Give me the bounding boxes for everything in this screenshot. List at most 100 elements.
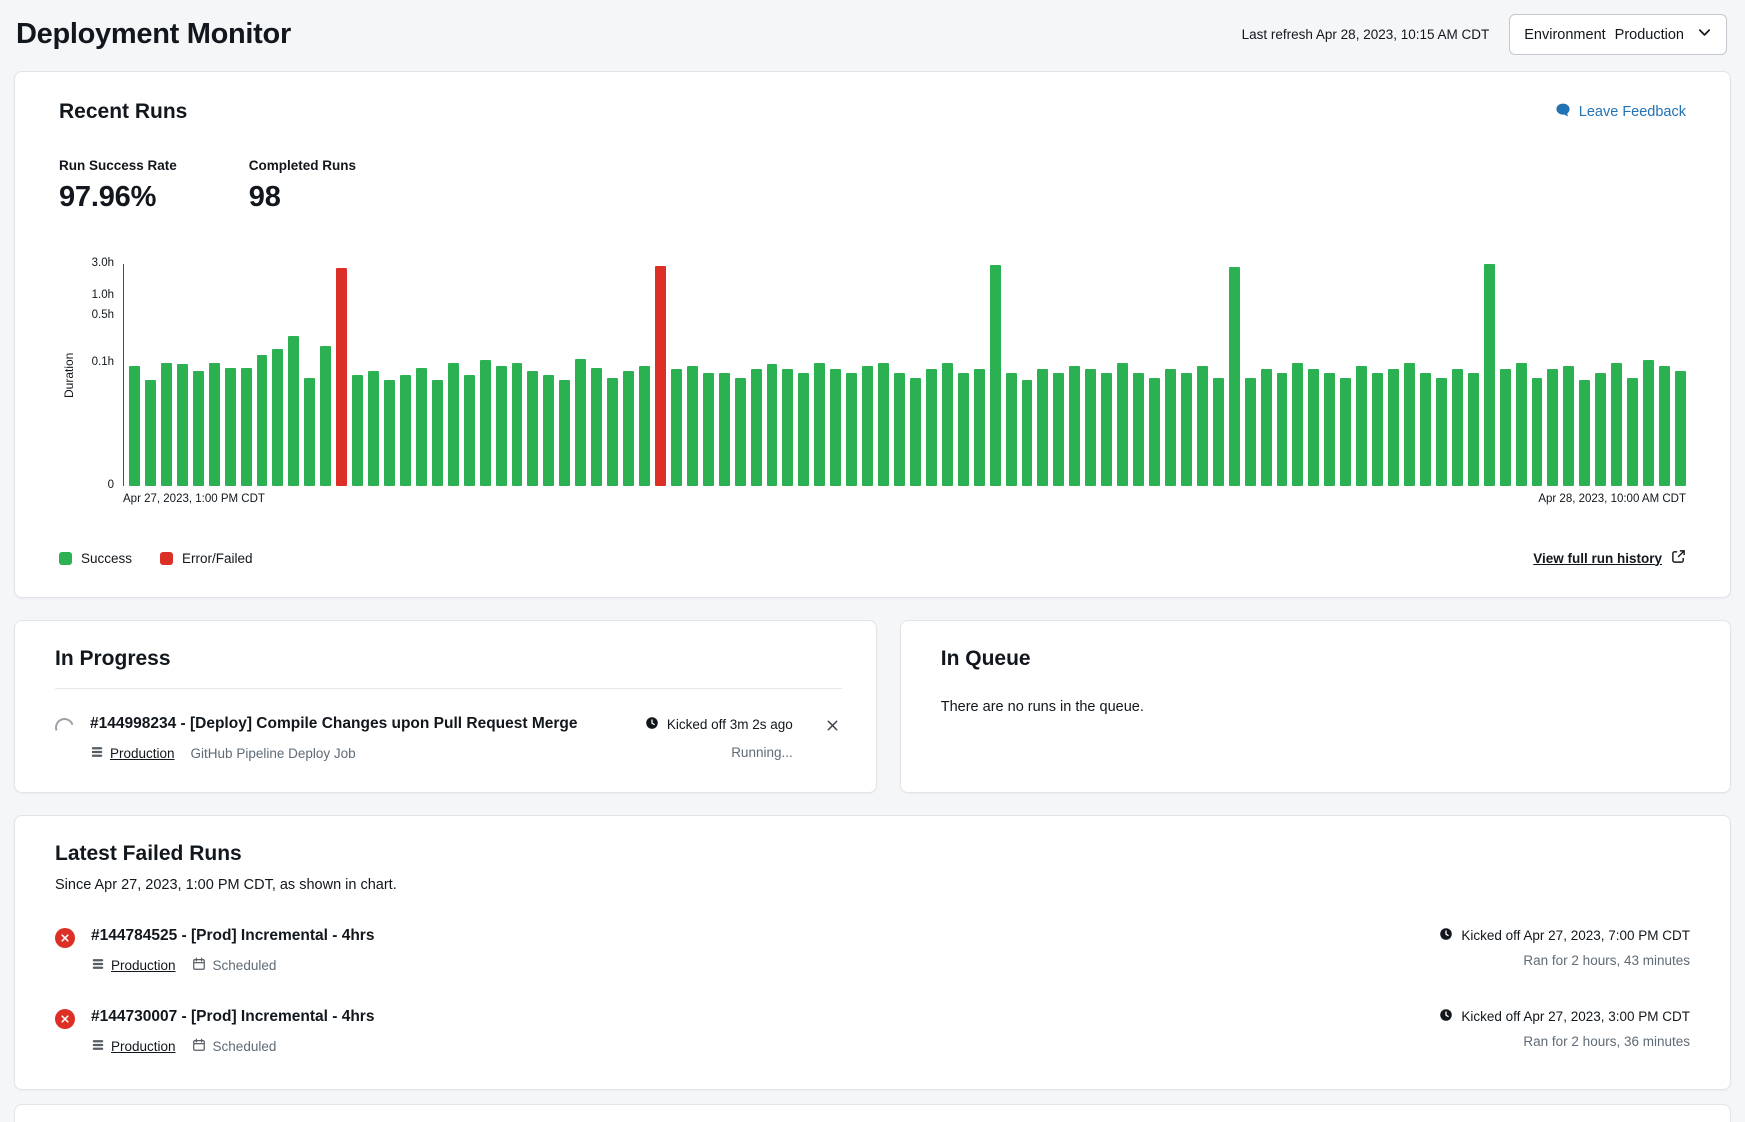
chart-bar[interactable] — [814, 363, 825, 486]
chart-bar[interactable] — [703, 373, 714, 486]
leave-feedback-link[interactable]: Leave Feedback — [1555, 102, 1686, 122]
chart-bar[interactable] — [1436, 378, 1447, 486]
chart-bar[interactable] — [464, 375, 475, 486]
chart-bar[interactable] — [1324, 373, 1335, 486]
chart-bar[interactable] — [161, 363, 172, 486]
chart-bar[interactable] — [1356, 366, 1367, 486]
chart-bar[interactable] — [1037, 369, 1048, 486]
chart-bar[interactable] — [288, 336, 299, 486]
chart-bar[interactable] — [910, 378, 921, 486]
chart-bar[interactable] — [671, 369, 682, 486]
chart-bar[interactable] — [1468, 373, 1479, 486]
environment-dropdown[interactable]: Environment Production — [1509, 14, 1727, 55]
chart-bar[interactable] — [639, 366, 650, 486]
chart-bar[interactable] — [527, 371, 538, 486]
chart-bar[interactable] — [480, 360, 491, 486]
chart-bar[interactable] — [623, 371, 634, 486]
chart-bar[interactable] — [846, 373, 857, 486]
chart-bar[interactable] — [1101, 373, 1112, 486]
chart-bar[interactable] — [878, 363, 889, 486]
chart-bar[interactable] — [1547, 369, 1558, 486]
chart-bar[interactable] — [241, 368, 252, 486]
chart-bar[interactable] — [926, 369, 937, 486]
chart-bar[interactable] — [862, 366, 873, 486]
chart-bar[interactable] — [942, 363, 953, 486]
chart-bar[interactable] — [655, 266, 666, 486]
chart-bar[interactable] — [1500, 369, 1511, 486]
chart-bar[interactable] — [1308, 369, 1319, 486]
chart-bar[interactable] — [1229, 267, 1240, 486]
chart-bar[interactable] — [1197, 366, 1208, 486]
chart-bar[interactable] — [1595, 373, 1606, 486]
chart-bar[interactable] — [1516, 363, 1527, 486]
environment-link[interactable]: Production — [91, 1038, 176, 1055]
chart-bar[interactable] — [1372, 373, 1383, 486]
chart-bar[interactable] — [145, 380, 156, 486]
chart-bar[interactable] — [257, 355, 268, 486]
chart-bar[interactable] — [1388, 369, 1399, 486]
chart-bar[interactable] — [384, 380, 395, 486]
chart-bar[interactable] — [1277, 373, 1288, 486]
chart-bar[interactable] — [1404, 363, 1415, 486]
environment-link[interactable]: Production — [91, 957, 176, 974]
chart-bar[interactable] — [432, 380, 443, 486]
chart-bar[interactable] — [767, 364, 778, 486]
chart-bar[interactable] — [1532, 378, 1543, 486]
chart-bar[interactable] — [1117, 363, 1128, 486]
chart-bar[interactable] — [496, 366, 507, 486]
chart-bar[interactable] — [129, 366, 140, 486]
chart-bar[interactable] — [336, 268, 347, 486]
environment-link[interactable]: Production — [90, 745, 175, 762]
chart-bar[interactable] — [1165, 369, 1176, 486]
chart-bar[interactable] — [1053, 373, 1064, 486]
chart-bar[interactable] — [1133, 373, 1144, 486]
chart-bar[interactable] — [512, 363, 523, 486]
chart-bar[interactable] — [1022, 380, 1033, 486]
chart-bar[interactable] — [416, 368, 427, 486]
chart-bar[interactable] — [320, 346, 331, 486]
chart-bar[interactable] — [1213, 378, 1224, 486]
chart-bar[interactable] — [735, 378, 746, 486]
chart-bar[interactable] — [448, 363, 459, 486]
chart-bar[interactable] — [225, 368, 236, 486]
chart-bar[interactable] — [304, 378, 315, 486]
chart-bar[interactable] — [687, 366, 698, 486]
chart-bar[interactable] — [209, 363, 220, 486]
chart-bar[interactable] — [575, 359, 586, 486]
chart-bar[interactable] — [1420, 373, 1431, 486]
chart-bar[interactable] — [272, 349, 283, 486]
chart-bar[interactable] — [1245, 378, 1256, 486]
chart-bar[interactable] — [368, 371, 379, 486]
chart-bar[interactable] — [1563, 366, 1574, 486]
chart-bar[interactable] — [958, 373, 969, 486]
chart-bar[interactable] — [751, 369, 762, 486]
chart-bar[interactable] — [782, 369, 793, 486]
chart-bar[interactable] — [193, 371, 204, 486]
chart-bar[interactable] — [1579, 380, 1590, 486]
chart-bar[interactable] — [974, 369, 985, 486]
chart-bar[interactable] — [830, 369, 841, 486]
chart-bar[interactable] — [1659, 366, 1670, 486]
chart-bar[interactable] — [1643, 360, 1654, 486]
chart-bar[interactable] — [1340, 378, 1351, 486]
chart-bar[interactable] — [1149, 378, 1160, 486]
chart-bar[interactable] — [400, 375, 411, 486]
chart-bar[interactable] — [1085, 369, 1096, 486]
chart-bar[interactable] — [1484, 264, 1495, 486]
chart-bar[interactable] — [1611, 363, 1622, 486]
chart-bar[interactable] — [1675, 371, 1686, 486]
chart-bar[interactable] — [591, 368, 602, 486]
chart-bar[interactable] — [719, 373, 730, 486]
chart-bar[interactable] — [1069, 366, 1080, 486]
chart-bar[interactable] — [990, 265, 1001, 486]
chart-bar[interactable] — [894, 373, 905, 486]
chart-bar[interactable] — [543, 375, 554, 486]
chart-bar[interactable] — [1006, 373, 1017, 486]
chart-bar[interactable] — [1292, 363, 1303, 486]
chart-bar[interactable] — [352, 375, 363, 486]
view-full-run-history-link[interactable]: View full run history — [1533, 549, 1686, 567]
dismiss-run-button[interactable] — [823, 716, 842, 738]
chart-bar[interactable] — [798, 373, 809, 486]
chart-bar[interactable] — [1261, 369, 1272, 486]
chart-bar[interactable] — [1181, 373, 1192, 486]
